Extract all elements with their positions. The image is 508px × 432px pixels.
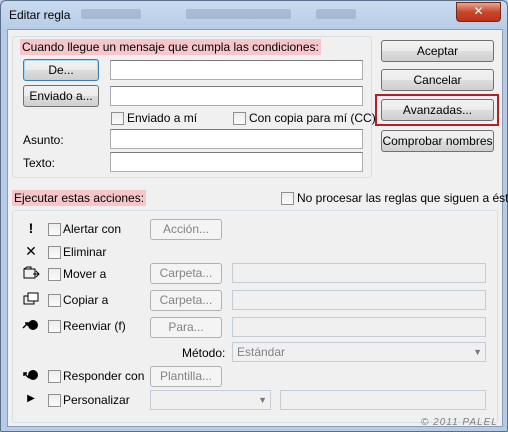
copy-folder-button[interactable]: Carpeta...: [150, 290, 222, 311]
move-folder-field[interactable]: [232, 263, 486, 283]
method-label: Método:: [182, 346, 226, 360]
customize-label: Personalizar: [63, 393, 130, 407]
customize-checkbox[interactable]: [48, 394, 61, 407]
x-icon: ✕: [25, 243, 37, 259]
reply-label: Responder con: [63, 369, 145, 383]
forward-label: Reenviar (f): [63, 319, 126, 333]
no-more-rules-checkbox[interactable]: [281, 192, 294, 205]
close-button[interactable]: ✕: [456, 2, 501, 22]
forward-icon: [22, 316, 40, 334]
customize-field[interactable]: [280, 390, 486, 410]
blurred-title-content: [81, 9, 141, 19]
cc-to-me-label: Con copia para mí (CC): [249, 111, 376, 125]
triangle-right-icon: ▶: [27, 393, 35, 404]
from-button[interactable]: De...: [23, 59, 99, 81]
forward-to-field[interactable]: [232, 317, 486, 337]
sent-to-field[interactable]: [110, 86, 363, 106]
accept-button[interactable]: Aceptar: [381, 40, 494, 62]
alert-label: Alertar con: [63, 222, 122, 236]
reply-icon: [22, 366, 40, 384]
move-checkbox[interactable]: [48, 268, 61, 281]
chevron-down-icon: ▼: [473, 347, 482, 357]
method-value: Estándar: [237, 345, 286, 359]
conditions-header: Cuando llegue un mensaje que cumpla las …: [20, 39, 321, 55]
text-label: Texto:: [23, 156, 56, 170]
blurred-title-content: [316, 9, 356, 19]
sent-to-button[interactable]: Enviado a...: [23, 85, 99, 107]
advanced-button[interactable]: Avanzadas...: [381, 99, 494, 121]
cancel-button[interactable]: Cancelar: [381, 69, 494, 91]
subject-label: Asunto:: [23, 133, 64, 147]
check-names-button[interactable]: Comprobar nombres: [381, 130, 494, 152]
alert-checkbox[interactable]: [48, 223, 61, 236]
blurred-title-content: [186, 9, 291, 19]
sent-to-me-label: Enviado a mí: [127, 111, 198, 125]
text-field[interactable]: [110, 152, 363, 172]
copy-folder-field[interactable]: [232, 290, 486, 310]
chevron-down-icon: ▼: [258, 395, 267, 405]
actions-header: Ejecutar estas acciones:: [12, 190, 147, 206]
dialog-body: Cuando llegue un mensaje que cumpla las …: [7, 29, 508, 427]
cc-to-me-checkbox[interactable]: [233, 112, 246, 125]
title-bar[interactable]: Editar regla ✕: [1, 1, 507, 29]
copy-label: Copiar a: [63, 293, 109, 307]
method-select[interactable]: Estándar ▼: [232, 342, 486, 362]
dialog-window: Editar regla ✕ Cuando llegue un mensaje …: [0, 0, 508, 432]
copy-checkbox[interactable]: [48, 294, 61, 307]
move-label: Mover a: [63, 267, 107, 281]
window-title: Editar regla: [9, 8, 71, 22]
copy-folder-icon: [22, 290, 40, 308]
watermark: © 2011 PALEL: [421, 417, 498, 428]
delete-checkbox[interactable]: [48, 246, 61, 259]
sent-to-me-checkbox[interactable]: [111, 112, 124, 125]
no-more-rules-label: No procesar las reglas que siguen a ésta: [297, 191, 508, 205]
action-button[interactable]: Acción...: [150, 219, 222, 240]
customize-select[interactable]: ▼: [150, 390, 271, 410]
delete-label: Eliminar: [63, 245, 107, 259]
from-field[interactable]: [110, 60, 363, 80]
subject-field[interactable]: [110, 129, 363, 149]
reply-checkbox[interactable]: [48, 370, 61, 383]
move-folder-button[interactable]: Carpeta...: [150, 263, 222, 284]
forward-checkbox[interactable]: [48, 320, 61, 333]
forward-to-button[interactable]: Para...: [150, 317, 222, 338]
template-button[interactable]: Plantilla...: [150, 366, 222, 387]
exclamation-icon: !: [28, 220, 34, 236]
move-folder-icon: [22, 264, 40, 282]
